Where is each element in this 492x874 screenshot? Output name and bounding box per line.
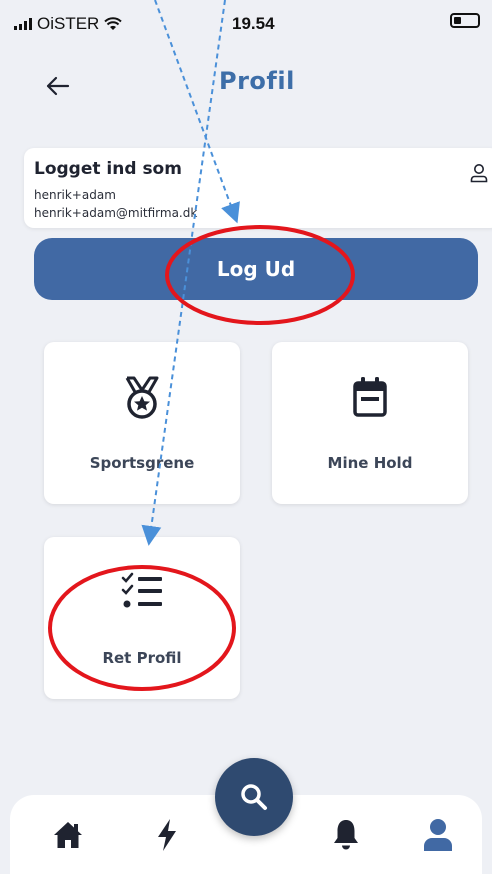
nav-home[interactable]: [50, 817, 86, 853]
checklist-icon: [121, 572, 162, 608]
search-button[interactable]: [215, 758, 293, 836]
tile-label: Mine Hold: [327, 454, 413, 472]
home-icon: [54, 822, 82, 848]
medal-icon: [125, 376, 159, 419]
profile-username: henrik+adam: [34, 188, 116, 202]
tile-ret-profil[interactable]: Ret Profil: [44, 537, 240, 699]
logout-button[interactable]: Log Ud: [34, 238, 478, 300]
status-time: 19.54: [232, 14, 275, 33]
profile-email: henrik+adam@mitfirma.dk: [34, 206, 198, 220]
arrow-left-icon: [46, 76, 70, 96]
back-button[interactable]: [38, 66, 78, 106]
page-title: Profil: [219, 67, 295, 95]
signal-icon: [14, 18, 32, 30]
carrier-name: OiSTER: [37, 14, 100, 33]
tile-label: Sportsgrene: [89, 454, 195, 472]
wifi-icon: [104, 17, 123, 30]
user-icon: [424, 819, 452, 851]
calendar-icon: [353, 377, 387, 417]
nav-activity[interactable]: [149, 817, 185, 853]
battery-icon: [450, 13, 480, 28]
tile-sportsgrene[interactable]: Sportsgrene: [44, 342, 240, 504]
nav-notifications[interactable]: [328, 817, 364, 853]
tile-label: Ret Profil: [102, 649, 182, 667]
profile-card: Logget ind som henrik+adam henrik+adam@m…: [24, 148, 492, 228]
profile-card-heading: Logget ind som: [34, 159, 182, 179]
nav-profile[interactable]: [420, 817, 456, 853]
carrier-info: OiSTER: [14, 14, 123, 34]
user-outline-icon: [470, 164, 488, 183]
status-bar: OiSTER 19.54: [0, 0, 492, 46]
bell-icon: [334, 820, 358, 850]
bolt-icon: [158, 819, 176, 851]
search-icon: [241, 784, 267, 810]
tile-mine-hold[interactable]: Mine Hold: [272, 342, 468, 504]
